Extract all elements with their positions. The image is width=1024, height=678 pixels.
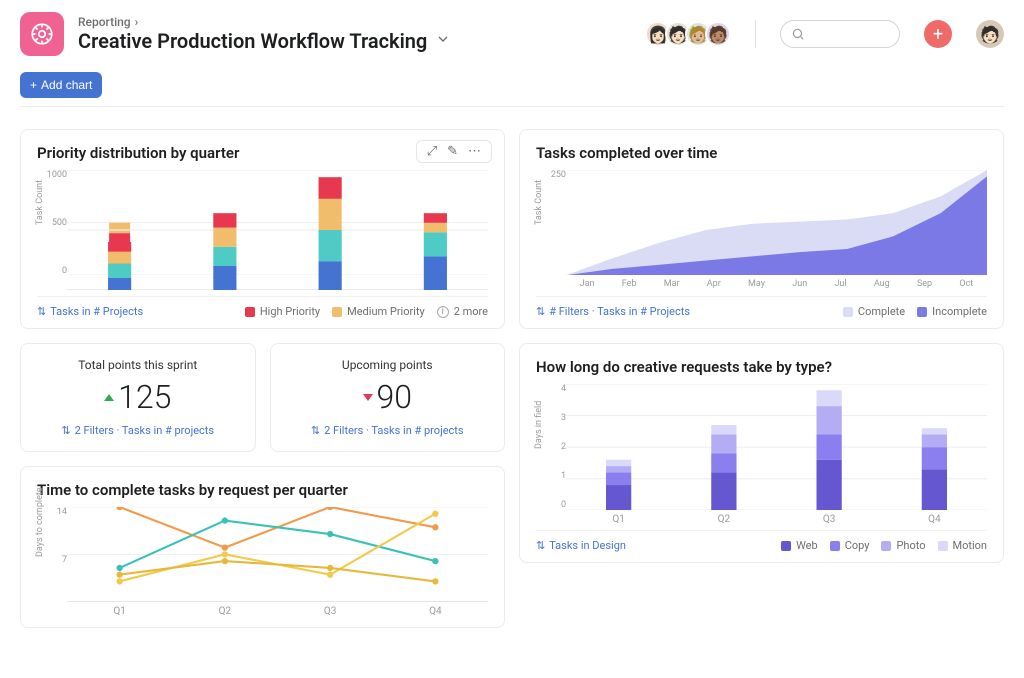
info-icon: i [437,306,449,318]
breadcrumb[interactable]: Reporting › [78,15,451,29]
card-time-by-request[interactable]: Time to complete tasks by request per qu… [20,466,505,628]
stacked-bar-chart-layer [67,170,488,290]
header: Reporting › Creative Production Workflow… [0,0,1024,64]
more-icon[interactable]: ⋯ [464,144,485,159]
app-icon [20,12,64,56]
filter-icon: ⇅ [311,424,320,437]
card-title: How long do creative requests take by ty… [536,358,987,376]
filter-icon: ⇅ [37,305,46,318]
kpi-value: 125 [118,378,171,416]
card-tasks-completed[interactable]: Tasks completed over time Task Count 250… [519,129,1004,329]
kpi-filter-link[interactable]: ⇅2 Filters · Tasks in # projects [31,424,245,437]
expand-icon[interactable]: ⤢ [423,144,441,159]
search-input[interactable] [780,20,900,48]
trend-down-icon [363,394,373,401]
plus-icon: + [30,78,37,92]
y-axis-label: Days in field [534,401,544,449]
card-priority-distribution[interactable]: Priority distribution by quarter ⤢ ✎ ⋯ T… [20,129,505,329]
kpi-value: 90 [377,378,413,416]
filter-icon: ⇅ [61,424,70,437]
line-chart [67,507,488,602]
toolbar: + Add chart [0,64,1024,115]
chevron-right-icon: › [135,15,139,29]
y-axis-label: Task Count [35,180,45,225]
edit-icon[interactable]: ✎ [443,144,462,159]
breadcrumb-label: Reporting [78,15,131,29]
card-title: Tasks completed over time [536,144,987,162]
y-axis-label: Days to complete [35,487,45,557]
avatar[interactable]: 🧑🏽 [705,21,731,47]
y-axis-label: Task Count [534,180,544,225]
kpi-label: Upcoming points [281,358,495,372]
divider [755,20,756,48]
kpi-filter-link[interactable]: ⇅2 Filters · Tasks in # projects [281,424,495,437]
search-icon [791,27,805,41]
trend-up-icon [104,394,114,401]
legend: High Priority Medium Priority i2 more [245,305,488,318]
add-chart-label: Add chart [41,78,92,92]
card-requests-by-type[interactable]: How long do creative requests take by ty… [519,343,1004,563]
area-chart [566,170,987,275]
legend: Complete Incomplete [843,305,987,318]
kpi-card-upcoming-points[interactable]: Upcoming points 90 ⇅2 Filters · Tasks in… [270,343,506,452]
card-actions: ⤢ ✎ ⋯ [416,140,492,163]
legend: Web Copy Photo Motion [781,539,987,552]
page-title: Creative Production Workflow Tracking [78,29,427,53]
card-title: Time to complete tasks by request per qu… [37,481,488,499]
add-chart-button[interactable]: + Add chart [20,72,102,98]
filter-link[interactable]: ⇅ Tasks in Design [536,539,626,552]
stacked-bar-chart [566,384,987,510]
filter-link[interactable]: ⇅ Tasks in # Projects [37,305,143,318]
me-avatar[interactable]: 🧑🏻 [976,20,1004,48]
kpi-label: Total points this sprint [31,358,245,372]
filter-icon: ⇅ [536,305,545,318]
add-button[interactable]: + [924,20,952,48]
chevron-down-icon[interactable] [435,31,451,51]
filter-link[interactable]: ⇅ # Filters · Tasks in # Projects [536,305,690,318]
collaborator-avatars[interactable]: 👩🏻 🧑🏻 🧑🏼 🧑🏽 [645,21,731,47]
kpi-row: Total points this sprint 125 ⇅2 Filters … [20,343,505,452]
filter-icon: ⇅ [536,539,545,552]
kpi-card-total-points[interactable]: Total points this sprint 125 ⇅2 Filters … [20,343,256,452]
